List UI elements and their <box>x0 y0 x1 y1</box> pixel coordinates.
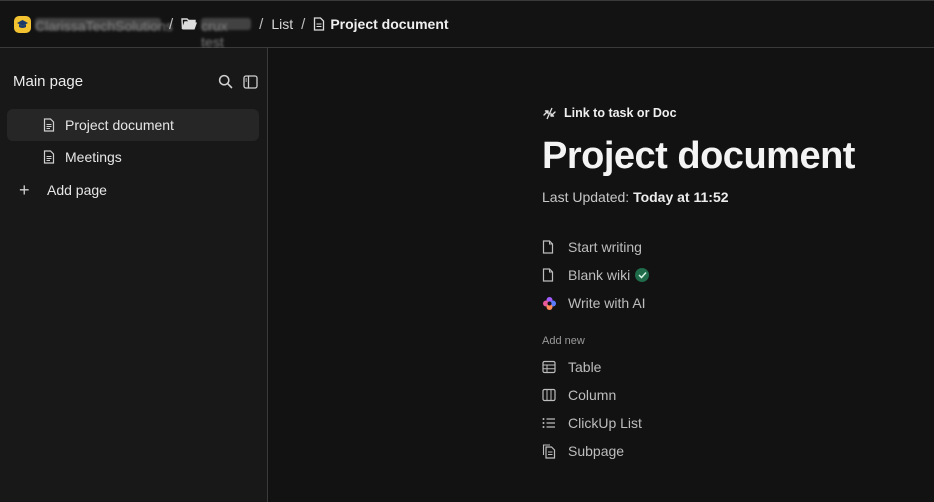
link-icon <box>542 106 558 121</box>
option-label: Write with AI <box>568 295 646 311</box>
option-label: ClickUp List <box>568 415 642 431</box>
top-bar: ClarissaTechSolutions / crux test / List… <box>0 0 934 50</box>
breadcrumb-separator: / <box>259 15 264 33</box>
document-icon <box>313 17 325 31</box>
workspace-logo-icon[interactable] <box>14 15 31 33</box>
plus-icon: + <box>19 179 30 200</box>
table-icon <box>542 360 568 374</box>
document-title[interactable]: Project document <box>542 134 922 178</box>
option-label: Subpage <box>568 443 625 459</box>
link-to-task-label: Link to task or Doc <box>564 106 677 120</box>
add-new-options: Table Column ClickUp List Subpage <box>542 353 922 465</box>
sidebar-item-meetings[interactable]: Meetings <box>7 141 259 173</box>
last-updated-value: Today at 11:52 <box>633 189 729 205</box>
option-label: Blank wiki <box>568 267 631 283</box>
sidebar-item-project-document[interactable]: Project document <box>7 109 259 141</box>
add-new-heading: Add new <box>542 335 585 347</box>
subpage-option[interactable]: Subpage <box>542 437 922 465</box>
verified-check-icon <box>635 268 650 282</box>
option-label: Table <box>568 359 602 375</box>
table-option[interactable]: Table <box>542 353 922 381</box>
breadcrumb-list[interactable]: List <box>271 16 293 32</box>
breadcrumb-separator: / <box>301 15 306 33</box>
clickup-list-option[interactable]: ClickUp List <box>542 409 922 437</box>
add-page-label: Add page <box>47 182 107 198</box>
sidebar-nav: Project document Meetings + Add page <box>7 109 259 206</box>
last-updated-prefix: Last Updated: <box>542 189 630 205</box>
start-options: Start writing Blank wiki Write with AI A… <box>542 233 922 465</box>
add-page-button[interactable]: + Add page <box>7 174 259 206</box>
blank-wiki-option[interactable]: Blank wiki <box>542 261 922 289</box>
sidebar: Main page Project document Meetings + Ad… <box>0 48 268 502</box>
space-name[interactable]: crux test <box>201 18 252 50</box>
subpage-icon <box>542 443 568 459</box>
document-icon <box>43 118 55 135</box>
link-to-task-button[interactable]: Link to task or Doc <box>542 104 922 122</box>
sidebar-title: Main page <box>13 73 84 90</box>
folder-icon <box>181 17 198 31</box>
document-icon <box>43 150 55 167</box>
sidebar-item-label: Meetings <box>65 149 122 165</box>
page-icon <box>542 268 568 282</box>
option-label: Column <box>568 387 617 403</box>
page-icon <box>542 240 568 254</box>
list-icon <box>542 417 568 429</box>
sidebar-item-label: Project document <box>65 117 174 133</box>
sidebar-header: Main page <box>13 73 258 90</box>
breadcrumb-current-page[interactable]: Project document <box>330 16 448 32</box>
option-label: Start writing <box>568 239 642 255</box>
search-icon[interactable] <box>218 74 233 89</box>
collapse-sidebar-icon[interactable] <box>243 74 258 89</box>
main-content: Link to task or Doc Project document Las… <box>268 48 934 502</box>
last-updated: Last Updated: Today at 11:52 <box>542 189 922 205</box>
workspace-name[interactable]: ClarissaTechSolutions <box>35 18 173 34</box>
start-writing-option[interactable]: Start writing <box>542 233 922 261</box>
column-icon <box>542 388 568 402</box>
document-editor: Link to task or Doc Project document Las… <box>542 104 922 465</box>
write-with-ai-option[interactable]: Write with AI <box>542 289 922 317</box>
breadcrumb: ClarissaTechSolutions / crux test / List… <box>14 15 449 50</box>
ai-sparkle-icon <box>542 296 568 311</box>
column-option[interactable]: Column <box>542 381 922 409</box>
